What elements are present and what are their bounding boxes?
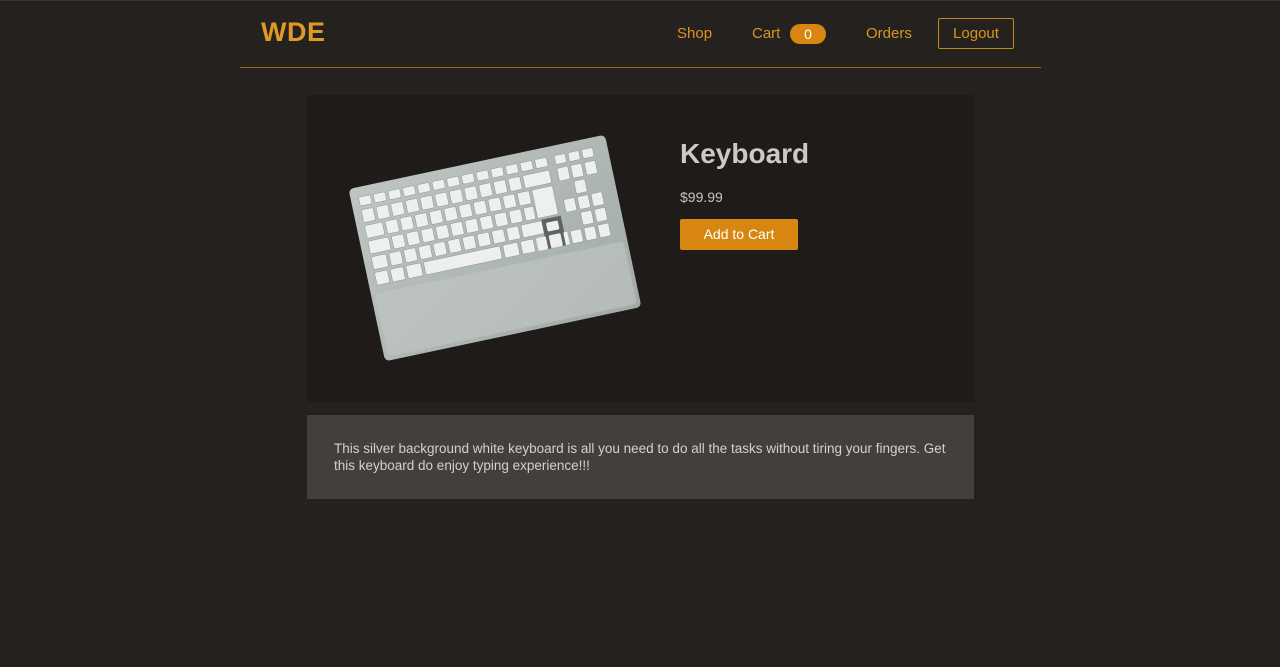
brand-logo[interactable]: WDE — [261, 17, 326, 48]
nav-orders-link[interactable]: Orders — [866, 25, 912, 42]
cart-count-badge[interactable]: 0 — [790, 24, 826, 44]
navbar: WDE Shop Cart 0 Orders Logout — [240, 0, 1041, 68]
product-description-text: This silver background white keyboard is… — [334, 441, 946, 473]
product-price: $99.99 — [680, 189, 723, 205]
logout-button[interactable]: Logout — [938, 18, 1014, 49]
nav-cart-link[interactable]: Cart — [752, 25, 780, 42]
product-description: This silver background white keyboard is… — [307, 415, 974, 499]
keyboard-photo-icon — [349, 135, 641, 361]
product-title: Keyboard — [680, 138, 810, 169]
add-to-cart-button[interactable]: Add to Cart — [680, 219, 798, 250]
product-card: Keyboard $99.99 Add to Cart — [307, 95, 974, 402]
product-image — [349, 135, 641, 361]
nav-shop-link[interactable]: Shop — [677, 25, 712, 42]
